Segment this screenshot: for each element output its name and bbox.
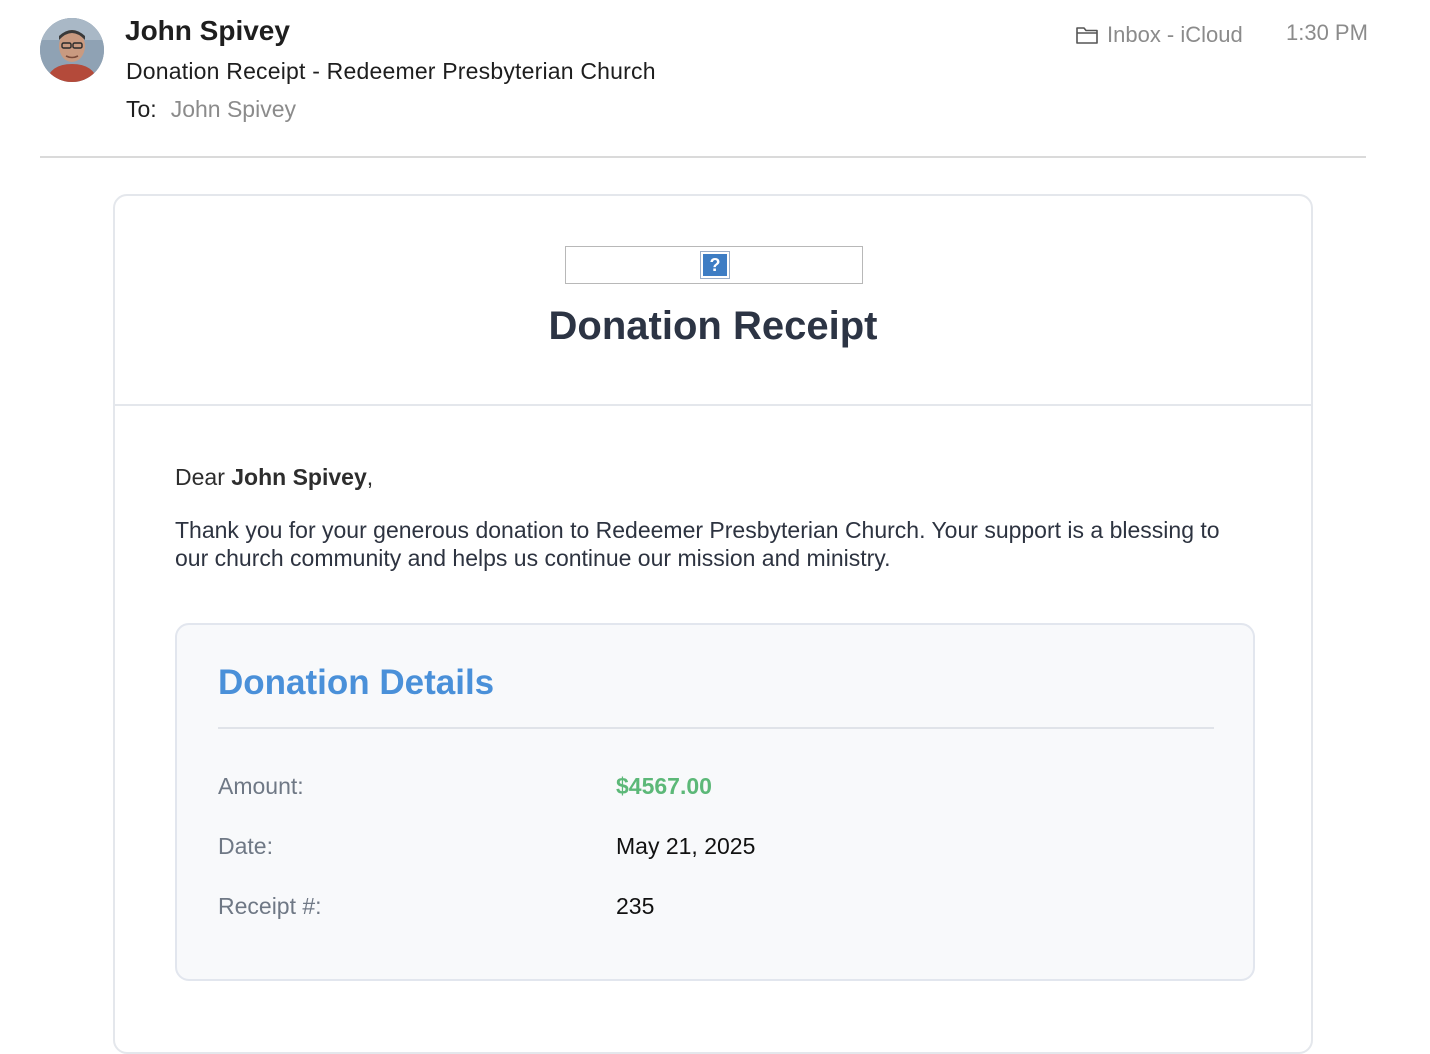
receipt-card-header: ? Donation Receipt xyxy=(115,196,1311,406)
detail-row-receipt-number: Receipt #: 235 xyxy=(218,893,1214,923)
greeting-suffix: , xyxy=(366,464,374,490)
recipient-line: To: John Spivey xyxy=(126,96,296,123)
recipient-name[interactable]: John Spivey xyxy=(171,96,296,122)
receipt-number-value: 235 xyxy=(616,893,655,919)
receipt-number-label: Receipt #: xyxy=(218,893,322,919)
details-divider xyxy=(218,727,1214,729)
date-value: May 21, 2025 xyxy=(616,833,756,859)
donation-details-title: Donation Details xyxy=(218,663,495,702)
mailbox-indicator[interactable]: Inbox - iCloud xyxy=(1075,20,1243,50)
donation-details-panel: Donation Details Amount: $4567.00 Date: … xyxy=(175,623,1255,981)
detail-row-amount: Amount: $4567.00 xyxy=(218,773,1214,803)
to-label: To: xyxy=(126,96,157,122)
church-logo-image: ? xyxy=(565,246,863,284)
email-subject: Donation Receipt - Redeemer Presbyterian… xyxy=(126,58,656,84)
email-header: John Spivey Donation Receipt - Redeemer … xyxy=(0,0,1430,158)
amount-value: $4567.00 xyxy=(616,773,712,799)
header-divider xyxy=(40,156,1366,158)
date-label: Date: xyxy=(218,833,273,859)
sender-name[interactable]: John Spivey xyxy=(125,15,290,47)
broken-image-icon: ? xyxy=(700,251,730,279)
folder-icon xyxy=(1075,25,1099,45)
amount-label: Amount: xyxy=(218,773,304,799)
greeting: Dear John Spivey, xyxy=(175,464,373,491)
receipt-title: Donation Receipt xyxy=(548,304,878,348)
greeting-name: John Spivey xyxy=(231,464,367,490)
mailbox-label: Inbox - iCloud xyxy=(1107,22,1243,47)
receipt-card: ? Donation Receipt Dear John Spivey, Tha… xyxy=(113,194,1313,1054)
detail-row-date: Date: May 21, 2025 xyxy=(218,833,1214,863)
received-time: 1:30 PM xyxy=(1286,20,1368,45)
thank-you-message: Thank you for your generous donation to … xyxy=(175,517,1220,571)
sender-avatar[interactable] xyxy=(40,18,104,82)
avatar-photo-icon xyxy=(40,18,104,82)
greeting-prefix: Dear xyxy=(175,464,232,490)
